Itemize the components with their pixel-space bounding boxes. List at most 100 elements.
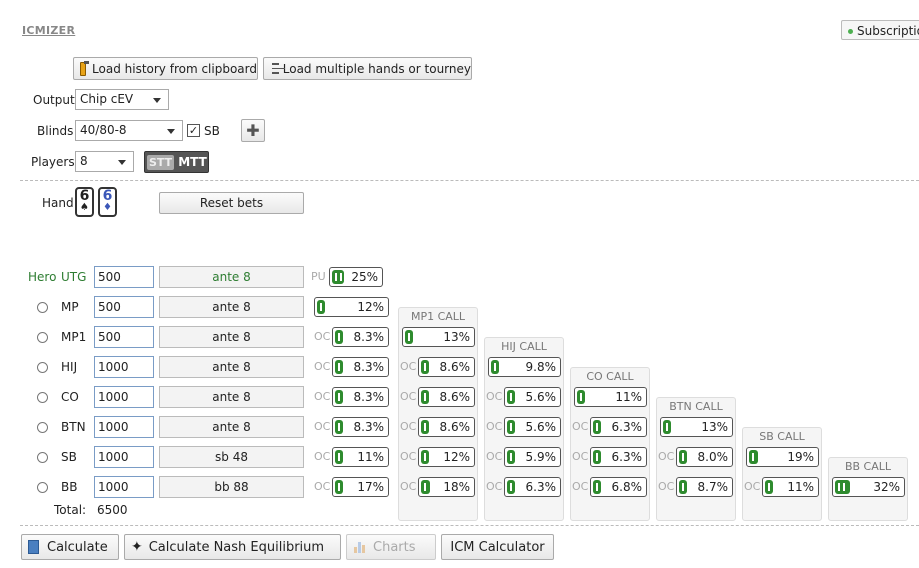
- range-pill[interactable]: 6.3%: [590, 417, 647, 437]
- stack-input[interactable]: 500: [94, 296, 154, 318]
- stack-input[interactable]: 1000: [94, 386, 154, 408]
- stack-input[interactable]: 1000: [94, 476, 154, 498]
- bet-field[interactable]: ante 8: [159, 416, 304, 438]
- blinds-select[interactable]: 40/80-8: [75, 120, 183, 141]
- push-label: PU: [311, 270, 326, 283]
- clipboard-icon: [80, 60, 89, 76]
- spade-icon: ♠: [80, 202, 89, 213]
- range-pill[interactable]: 6.3%: [590, 447, 647, 467]
- range-pill[interactable]: 8.3%: [332, 387, 389, 407]
- oc-label: OC: [314, 420, 331, 433]
- stack-input[interactable]: 1000: [94, 356, 154, 378]
- load-multiple-button[interactable]: Load multiple hands or tourney: [263, 57, 472, 80]
- bet-field[interactable]: bb 88: [159, 476, 304, 498]
- range-pill[interactable]: 8.3%: [332, 327, 389, 347]
- bet-field[interactable]: ante 8: [159, 326, 304, 348]
- range-pill[interactable]: 6.8%: [590, 477, 647, 497]
- range-pill[interactable]: 17%: [332, 477, 389, 497]
- range-pill[interactable]: 32%: [832, 477, 905, 497]
- range-pill[interactable]: 19%: [746, 447, 819, 467]
- stt-option[interactable]: STT: [147, 154, 175, 170]
- stack-input[interactable]: 500: [94, 326, 154, 348]
- stt-mtt-toggle[interactable]: STT MTT: [144, 151, 209, 173]
- range-value: 8.0%: [697, 450, 729, 464]
- players-select[interactable]: 8: [75, 151, 134, 172]
- range-pill[interactable]: 18%: [418, 477, 475, 497]
- call-column-title: CO CALL: [586, 370, 634, 383]
- charts-button[interactable]: Charts: [346, 534, 436, 560]
- range-value: 25%: [351, 270, 378, 284]
- range-pill[interactable]: 5.6%: [504, 387, 561, 407]
- hand-label: Hand: [42, 196, 74, 210]
- brand-logo[interactable]: ICMIZER: [22, 24, 75, 37]
- players-value: 8: [80, 154, 88, 168]
- stack-input[interactable]: 500: [94, 266, 154, 288]
- add-blind-button[interactable]: ✚: [241, 119, 265, 142]
- stack-input[interactable]: 1000: [94, 446, 154, 468]
- range-pill[interactable]: 8.6%: [418, 387, 475, 407]
- charts-label: Charts: [373, 539, 416, 555]
- hero-radio[interactable]: [37, 422, 48, 433]
- output-value: Chip cEV: [80, 92, 134, 106]
- range-pill[interactable]: 8.6%: [418, 357, 475, 377]
- reset-bets-button[interactable]: Reset bets: [159, 192, 304, 214]
- stack-input[interactable]: 1000: [94, 416, 154, 438]
- output-select[interactable]: Chip cEV: [75, 89, 169, 110]
- oc-label: OC: [572, 450, 589, 463]
- range-bar: [593, 480, 601, 494]
- range-value: 5.9%: [525, 450, 557, 464]
- oc-label: OC: [572, 420, 589, 433]
- range-bar: [405, 330, 413, 344]
- hole-card-2[interactable]: 6 ♦: [98, 187, 117, 217]
- bet-field[interactable]: sb 48: [159, 446, 304, 468]
- range-pill[interactable]: 9.8%: [488, 357, 561, 377]
- bet-field[interactable]: ante 8: [159, 296, 304, 318]
- bet-field[interactable]: ante 8: [159, 356, 304, 378]
- hero-radio[interactable]: [37, 302, 48, 313]
- range-pill[interactable]: 8.7%: [676, 477, 733, 497]
- icm-calculator-button[interactable]: ICM Calculator: [441, 534, 554, 560]
- hero-radio[interactable]: [37, 482, 48, 493]
- hero-radio[interactable]: [37, 392, 48, 403]
- range-pill[interactable]: 13%: [402, 327, 475, 347]
- range-pill[interactable]: 12%: [314, 297, 389, 317]
- range-value: 6.3%: [525, 480, 557, 494]
- range-pill[interactable]: 8.0%: [676, 447, 733, 467]
- hero-radio[interactable]: [37, 362, 48, 373]
- range-bar: [765, 480, 773, 494]
- range-pill[interactable]: 25%: [329, 267, 383, 287]
- mtt-option[interactable]: MTT: [178, 155, 207, 169]
- range-pill[interactable]: 11%: [762, 477, 819, 497]
- range-pill[interactable]: 5.9%: [504, 447, 561, 467]
- range-pill[interactable]: 8.3%: [332, 357, 389, 377]
- range-pill[interactable]: 12%: [418, 447, 475, 467]
- range-bar: [335, 480, 343, 494]
- range-value: 8.3%: [353, 420, 385, 434]
- oc-label: OC: [658, 480, 675, 493]
- range-bar: [421, 450, 429, 464]
- range-pill[interactable]: 13%: [660, 417, 733, 437]
- list-icon: [272, 63, 285, 74]
- hole-card-1[interactable]: 6 ♠: [75, 187, 94, 217]
- range-bar: [577, 390, 585, 404]
- sb-checkbox[interactable]: ✓: [187, 124, 200, 137]
- range-pill[interactable]: 11%: [332, 447, 389, 467]
- hero-label: Hero: [28, 270, 57, 284]
- bet-field[interactable]: ante 8: [159, 386, 304, 408]
- range-bar-segment: [843, 483, 845, 491]
- range-bar: [421, 420, 429, 434]
- range-pill[interactable]: 6.3%: [504, 477, 561, 497]
- hero-radio[interactable]: [37, 452, 48, 463]
- nash-button[interactable]: ✦ Calculate Nash Equilibrium: [124, 534, 341, 560]
- range-pill[interactable]: 8.3%: [332, 417, 389, 437]
- range-pill[interactable]: 8.6%: [418, 417, 475, 437]
- load-clipboard-button[interactable]: Load history from clipboard: [73, 57, 258, 80]
- hero-radio[interactable]: [37, 332, 48, 343]
- range-pill[interactable]: 11%: [574, 387, 647, 407]
- subscription-button[interactable]: Subscriptio: [841, 20, 919, 40]
- range-bar: [421, 480, 430, 494]
- range-bar-segment: [596, 483, 598, 491]
- bet-field[interactable]: ante 8: [159, 266, 304, 288]
- range-pill[interactable]: 5.6%: [504, 417, 561, 437]
- calculate-button[interactable]: Calculate: [21, 534, 119, 560]
